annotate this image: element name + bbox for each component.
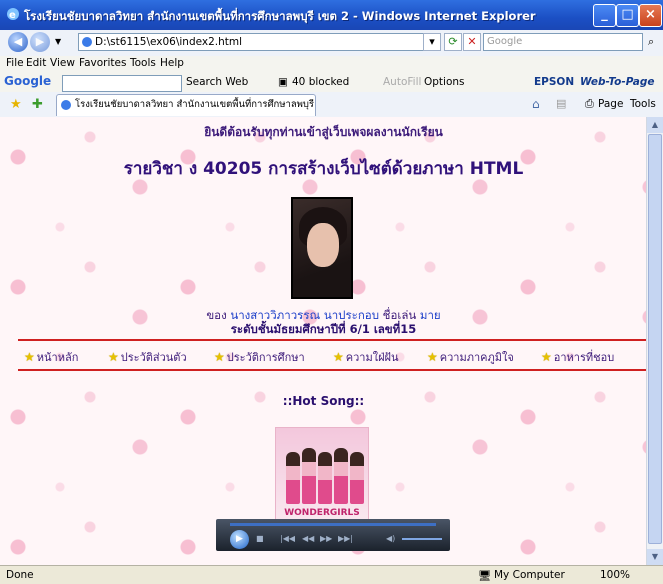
nav-profile[interactable]: ★ ประวัติส่วนตัว [108, 348, 187, 366]
stop-icon[interactable]: ✕ [463, 33, 481, 51]
owner-name: นางสาววิภาวรรณ นาประกอบ [230, 308, 380, 322]
epson-logo: EPSON [534, 76, 575, 88]
nickname-label: ชื่อเล่น [382, 308, 417, 322]
stop-button[interactable]: ■ [256, 534, 264, 543]
tab-title: โรงเรียนชัยบาดาลวิทยา สำนักงานเขตพื้นที่… [75, 99, 316, 110]
vertical-scrollbar[interactable]: ▲ ▼ [646, 117, 663, 565]
star-icon: ★ [214, 350, 225, 364]
back-button[interactable]: ◀ [8, 32, 28, 52]
menu-edit[interactable]: Edit [26, 57, 46, 69]
search-box[interactable]: Google [483, 33, 643, 51]
volume-icon[interactable]: ◀) [386, 534, 395, 543]
previous-button[interactable]: |◀◀ [280, 534, 295, 543]
google-toolbar: Google Search Web ▣ 40 blocked AutoFill … [0, 72, 663, 93]
print-icon[interactable]: ⎙ [585, 97, 594, 111]
address-bar: ◀ ▶ ▼ D:\st6115\ex06\index2.html ▾ ⟳ ✕ G… [0, 30, 663, 57]
star-icon: ★ [427, 350, 438, 364]
google-search-input[interactable] [62, 75, 182, 92]
zoom-level[interactable]: 100% [600, 569, 630, 581]
nickname-value: มาย [419, 308, 441, 322]
status-bar: Done 🖥 My Computer 100% [0, 565, 663, 584]
star-icon: ★ [108, 350, 119, 364]
svg-text:e: e [9, 10, 16, 21]
nav-education[interactable]: ★ ประวัติการศึกษา [214, 348, 305, 366]
menu-favorites[interactable]: Favorites [79, 57, 126, 69]
autofill-button[interactable]: AutoFill [383, 76, 421, 88]
tab-favicon-icon [61, 100, 71, 110]
tab-current[interactable]: โรงเรียนชัยบาดาลวิทยา สำนักงานเขตพื้นที่… [56, 94, 316, 116]
play-button[interactable]: ▶ [230, 530, 249, 549]
forward-button[interactable]: ▶ [30, 32, 50, 52]
student-photo [291, 197, 353, 299]
security-zone: My Computer [494, 569, 565, 581]
menu-bar: File Edit View Favorites Tools Help [0, 56, 663, 72]
nav-favorite-food[interactable]: ★ อาหารที่ชอบ [541, 348, 614, 366]
nav-pride[interactable]: ★ ความภาคภูมิใจ [427, 348, 514, 366]
scroll-thumb[interactable] [648, 134, 662, 544]
hot-song-title: ::Hot Song:: [282, 394, 365, 408]
owner-prefix: ของ [206, 308, 227, 322]
add-favorites-icon[interactable]: ✚ [32, 97, 43, 112]
nav-dreams[interactable]: ★ ความใฝ่ฝัน [333, 348, 399, 366]
welcome-text: ยินดีต้อนรับทุกท่านเข้าสู่เว็บเพจผลงานนั… [204, 125, 443, 139]
fast-forward-button[interactable]: ▶▶ [320, 534, 332, 543]
media-player: ▶ ■ |◀◀ ◀◀ ▶▶ ▶▶| ◀) [216, 519, 450, 551]
volume-slider[interactable] [402, 538, 442, 540]
refresh-icon[interactable]: ⟳ [444, 33, 462, 51]
next-button[interactable]: ▶▶| [338, 534, 353, 543]
status-text: Done [6, 569, 34, 581]
close-button[interactable]: × [639, 4, 662, 27]
maximize-button[interactable]: □ [616, 4, 639, 27]
url-text: D:\st6115\ex06\index2.html [95, 36, 243, 48]
search-icon[interactable]: ⌕ [648, 35, 654, 49]
url-dropdown-icon[interactable]: ▾ [423, 33, 441, 51]
star-icon: ★ [541, 350, 552, 364]
search-web-button[interactable]: Search Web [186, 76, 248, 88]
page-favicon-icon [82, 37, 92, 47]
history-dropdown-icon[interactable]: ▼ [55, 37, 61, 46]
star-icon: ★ [333, 350, 344, 364]
minimize-button[interactable]: _ [593, 4, 616, 27]
page-heading: รายวิชา ง 40205 การสร้างเว็บไซต์ด้วยภาษา… [123, 159, 524, 179]
nav-home[interactable]: ★ หน้าหลัก [24, 348, 78, 366]
computer-zone-icon: 🖥 [478, 570, 492, 582]
tab-bar: ★ ✚ โรงเรียนชัยบาดาลวิทยา สำนักงานเขตพื้… [0, 92, 663, 118]
album-cover: WONDERGIRLS [275, 427, 369, 521]
popup-blocker-icon: ▣ [278, 76, 288, 88]
url-field[interactable]: D:\st6115\ex06\index2.html [78, 33, 430, 51]
divider-top [18, 339, 648, 341]
seek-bar[interactable] [230, 523, 436, 526]
google-logo[interactable]: Google [4, 74, 51, 88]
home-icon[interactable]: ⌂ [532, 97, 540, 111]
page-viewport: ยินดีต้อนรับทุกท่านเข้าสู่เว็บเพจผลงานนั… [0, 117, 663, 565]
menu-tools[interactable]: Tools [130, 57, 156, 69]
scroll-up-icon[interactable]: ▲ [647, 117, 663, 133]
tools-menu-button[interactable]: Tools [630, 98, 656, 110]
popup-blocked-button[interactable]: 40 blocked [292, 76, 349, 88]
grade-line: ระดับชั้นมัธยมศึกษาปีที่ 6/1 เลขที่15 [230, 322, 417, 336]
ie-logo-icon: e [7, 8, 19, 21]
window-title: โรงเรียนชัยบาดาลวิทยา สำนักงานเขตพื้นที่… [24, 9, 536, 23]
menu-view[interactable]: View [50, 57, 75, 69]
options-button[interactable]: Options [424, 76, 465, 88]
scroll-down-icon[interactable]: ▼ [647, 549, 663, 565]
title-bar: e โรงเรียนชัยบาดาลวิทยา สำนักงานเขตพื้นท… [0, 0, 663, 30]
divider-bottom [18, 369, 648, 371]
menu-file[interactable]: File [6, 57, 24, 69]
favorites-star-icon[interactable]: ★ [10, 97, 22, 112]
feeds-icon[interactable]: ▤ [556, 97, 566, 110]
rewind-button[interactable]: ◀◀ [302, 534, 314, 543]
page-menu-button[interactable]: Page [598, 98, 623, 110]
star-icon: ★ [24, 350, 35, 364]
web-to-page-button[interactable]: Web-To-Page [580, 76, 655, 88]
menu-help[interactable]: Help [160, 57, 184, 69]
album-logo: WONDERGIRLS [284, 508, 360, 518]
